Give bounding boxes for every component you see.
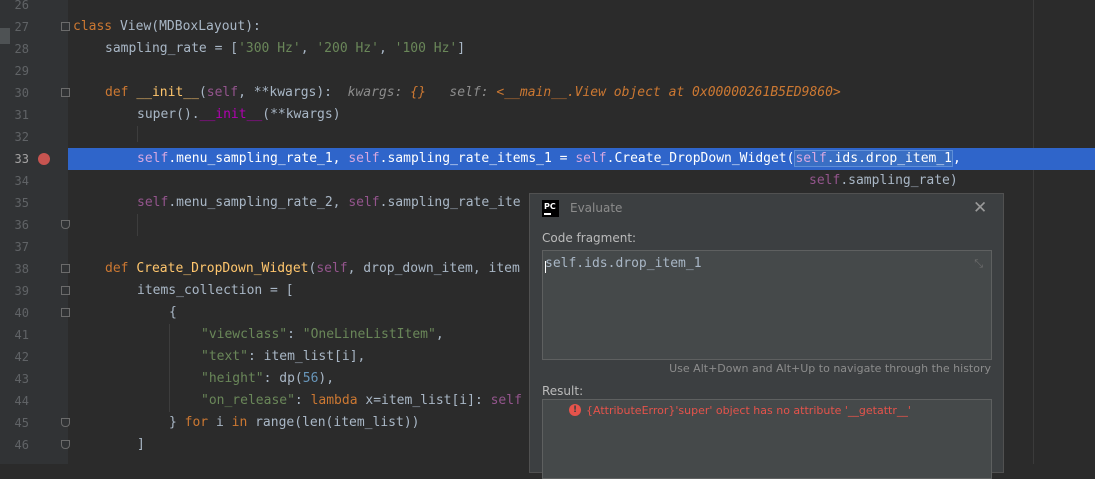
code-line[interactable]: 33 — [0, 148, 68, 170]
line-number: 32 — [14, 130, 29, 144]
text-cursor — [545, 261, 546, 273]
code-line[interactable]: 31 super().__init__(**kwargs) — [0, 104, 1095, 126]
fold-marker-icon[interactable] — [61, 286, 70, 295]
code-text: super().__init__(**kwargs) — [137, 107, 341, 122]
line-number: 38 — [14, 262, 29, 276]
fold-end-marker-icon[interactable] — [61, 440, 70, 449]
line-number: 42 — [14, 350, 29, 364]
code-line[interactable]: 34 self.sampling_rate) — [0, 170, 1095, 192]
fold-marker-icon[interactable] — [61, 88, 70, 97]
code-text: self.menu_sampling_rate_2, self.sampling… — [137, 195, 521, 210]
fold-end-marker-icon[interactable] — [61, 220, 70, 229]
line-number: 31 — [14, 108, 29, 122]
line-number: 44 — [14, 394, 29, 408]
line-number: 46 — [14, 438, 29, 452]
line-number: 37 — [14, 240, 29, 254]
line-number: 41 — [14, 328, 29, 342]
code-line[interactable]: 29 — [0, 60, 1095, 82]
line-number: 30 — [14, 86, 29, 100]
dialog-title: Evaluate — [570, 201, 623, 215]
code-fragment-value[interactable]: self.ids.drop_item_1 — [545, 256, 702, 271]
inline-debug-value: kwargs: — [347, 85, 411, 100]
code-text: def Create_DropDown_Widget(self, drop_do… — [105, 261, 520, 276]
line-number: 40 — [14, 306, 29, 320]
result-tree[interactable]: ! {AttributeError}'super' object has no … — [542, 399, 992, 479]
history-hint: Use Alt+Down and Alt+Up to navigate thro… — [669, 362, 991, 375]
line-number: 35 — [14, 196, 29, 210]
close-icon[interactable]: ✕ — [973, 198, 987, 218]
code-line[interactable]: 30 def __init__(self, **kwargs): kwargs:… — [0, 82, 1095, 104]
evaluate-dialog[interactable]: PC Evaluate ✕ Code fragment: self.ids.dr… — [529, 193, 1004, 479]
fold-marker-icon[interactable] — [61, 22, 70, 31]
code-fragment-input[interactable]: self.ids.drop_item_1 ⤡ — [542, 250, 992, 360]
selected-expression[interactable]: self.ids.drop_item_1 — [794, 150, 954, 167]
line-number: 33 — [14, 152, 29, 166]
line-number: 34 — [14, 174, 29, 188]
error-icon: ! — [569, 404, 581, 416]
code-fragment-label: Code fragment: — [542, 231, 637, 245]
expand-icon[interactable]: ⤡ — [974, 257, 983, 271]
line-number: 27 — [14, 20, 29, 34]
code-text: "height": dp(56), — [201, 371, 335, 386]
code-text: class View(MDBoxLayout): — [73, 19, 261, 34]
code-text: self.menu_sampling_rate_1, self.sampling… — [137, 150, 961, 167]
line-number: 43 — [14, 372, 29, 386]
code-line[interactable]: 26 — [0, 0, 1095, 16]
fold-end-marker-icon[interactable] — [61, 418, 70, 427]
line-number: 29 — [14, 64, 29, 78]
breakpoint-icon[interactable] — [38, 153, 50, 165]
code-text: sampling_rate = ['300 Hz', '200 Hz', '10… — [105, 41, 466, 56]
code-line[interactable]: 28 sampling_rate = ['300 Hz', '200 Hz', … — [0, 38, 1095, 60]
fold-marker-icon[interactable] — [61, 308, 70, 317]
line-number: 39 — [14, 284, 29, 298]
code-text: "on_release": lambda x=item_list[i]: sel… — [201, 393, 522, 408]
fold-marker-icon[interactable] — [61, 264, 70, 273]
code-text: ] — [137, 437, 145, 452]
code-text: "text": item_list[i], — [201, 349, 366, 364]
code-text: items_collection = [ — [137, 283, 294, 298]
code-text: def __init__(self, **kwargs): kwargs: {}… — [105, 85, 841, 100]
inline-debug-value: self: — [449, 85, 497, 100]
result-error-text[interactable]: {AttributeError}'super' object has no at… — [586, 404, 911, 417]
current-execution-line[interactable]: self.menu_sampling_rate_1, self.sampling… — [68, 148, 1095, 170]
line-number: 36 — [14, 218, 29, 232]
line-number: 45 — [14, 416, 29, 430]
dialog-title-bar[interactable]: PC Evaluate ✕ — [530, 194, 1003, 224]
result-label: Result: — [542, 384, 584, 398]
code-text: { — [169, 305, 177, 320]
code-line[interactable]: 27 class View(MDBoxLayout): — [0, 16, 1095, 38]
line-number: 28 — [14, 42, 29, 56]
pycharm-icon: PC — [542, 200, 559, 217]
code-line[interactable]: 32 — [0, 126, 1095, 148]
code-text: "viewclass": "OneLineListItem", — [201, 327, 444, 342]
code-text: } for i in range(len(item_list)) — [169, 415, 420, 430]
code-text: self.sampling_rate) — [809, 173, 958, 188]
line-number: 26 — [14, 0, 29, 12]
